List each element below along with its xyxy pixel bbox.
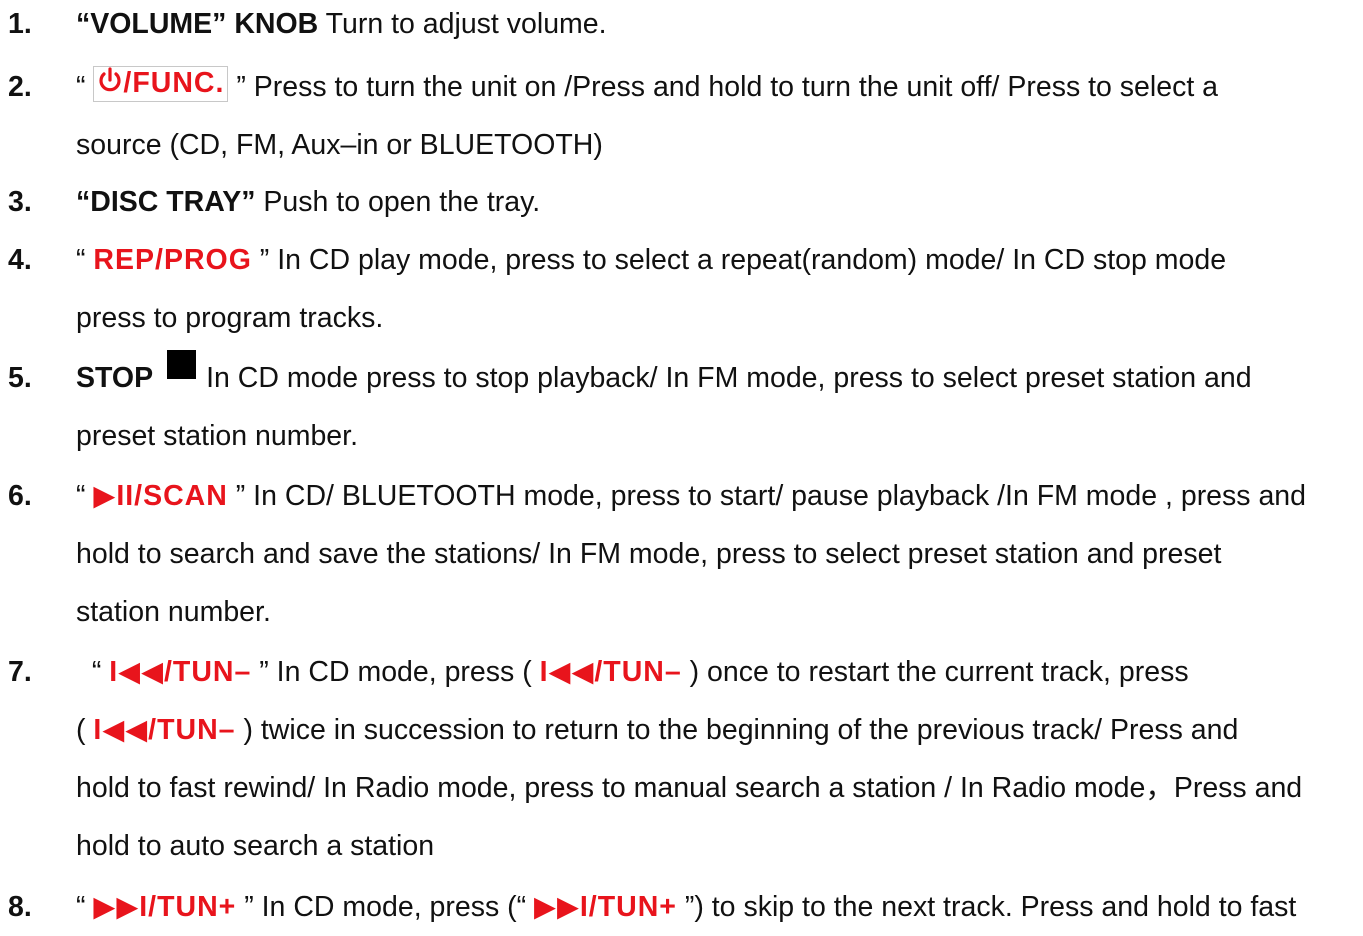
text-line: “ ▶▶I/TUN+ ” In CD mode, press (“ ▶▶I/TU… [76,878,1363,936]
power-icon [97,67,123,101]
item-number: 7. [8,656,32,688]
item-text: “DISC TRAY” Push to open the tray. [76,173,1363,231]
text-line: “VOLUME” KNOB Turn to adjust volume. [76,0,1363,53]
text-line: press to program tracks. [76,289,1363,347]
body-text: ) twice in succession to return to the b… [235,714,1239,746]
text-line: “ /FUNC. ” Press to turn the unit on /Pr… [76,58,1363,116]
body-text: hold to fast rewind/ In Radio mode, pres… [76,772,1303,804]
item-number: 8. [8,891,32,923]
item-number: 2. [8,71,32,103]
button-label-red: ▶▶I/TUN+ [93,891,237,923]
func-button-label: /FUNC. [93,66,229,102]
body-text: “ [76,480,94,512]
text-line: “ REP/PROG ” In CD play mode, press to s… [76,231,1363,289]
button-label-red: I◀◀/TUN– [93,714,236,746]
body-text: “ [76,71,94,103]
body-text: “ [76,656,110,688]
text-line: station number. [76,583,1363,641]
text-line: ( I◀◀/TUN– ) twice in succession to retu… [76,701,1363,759]
item-text: “ /FUNC. ” Press to turn the unit on /Pr… [76,58,1363,174]
button-label-red: /FUNC. [123,67,225,99]
button-label-red: I◀◀/TUN– [109,656,252,688]
text-line: hold to auto search a station [76,817,1363,875]
item-number: 5. [8,362,32,394]
body-text: In CD mode press to stop playback/ In FM… [206,362,1252,394]
body-text: hold to search and save the stations/ In… [76,538,1222,570]
item-text: “ REP/PROG ” In CD play mode, press to s… [76,231,1363,347]
body-text: “ [76,891,94,923]
body-text: ”) to skip to the next track. Press and … [676,891,1297,923]
body-text: press to program tracks. [76,302,384,334]
body-text: “ [76,244,94,276]
text-line: hold to search and save the stations/ In… [76,525,1363,583]
button-label-red: ▶▶I/TUN+ [534,891,677,923]
body-text: ) once to restart the current track, pre… [681,656,1189,688]
button-label-red: REP/PROG [93,244,252,276]
body-text: ( [76,714,94,746]
bold-label: “VOLUME” KNOB [76,8,319,40]
bold-label: “DISC TRAY” [76,186,256,218]
text-line: “DISC TRAY” Push to open the tray. [76,173,1363,231]
body-text: ” Press to turn the unit on /Press and h… [228,71,1219,103]
item-text: “ ▶II/SCAN ” In CD/ BLUETOOTH mode, pres… [76,467,1363,641]
body-text: ” In CD play mode, press to select a rep… [251,244,1227,276]
body-text: ” In CD/ BLUETOOTH mode, press to start/… [227,480,1307,512]
body-text: preset station number. [76,420,358,452]
stop-square-icon [167,350,197,379]
body-text: ” In CD mode, press ( [251,656,540,688]
text-line: “ I◀◀/TUN– ” In CD mode, press ( I◀◀/TUN… [76,643,1363,701]
text-line: hold to fast rewind/ In Radio mode, pres… [76,759,1363,817]
text-line: STOP In CD mode press to stop playback/ I… [76,349,1363,407]
bold-label: STOP [76,362,154,394]
item-number: 4. [8,244,32,276]
body-text: station number. [76,596,271,628]
text-line: “ ▶II/SCAN ” In CD/ BLUETOOTH mode, pres… [76,467,1363,525]
button-label-red: ▶II/SCAN [93,480,228,512]
body-text: source (CD, FM, Aux–in or BLUETOOTH) [76,129,603,161]
item-text: “ I◀◀/TUN– ” In CD mode, press ( I◀◀/TUN… [76,643,1363,875]
body-text: Turn to adjust volume. [318,8,607,40]
button-label-red: I◀◀/TUN– [539,656,682,688]
body-text: hold to auto search a station [76,830,435,862]
item-text: STOP In CD mode press to stop playback/ I… [76,349,1363,465]
item-number: 6. [8,480,32,512]
body-text: ” In CD mode, press (“ [236,891,535,923]
text-line: preset station number. [76,407,1363,465]
item-text: “ ▶▶I/TUN+ ” In CD mode, press (“ ▶▶I/TU… [76,878,1363,936]
item-number: 1. [8,8,32,40]
body-text: Push to open the tray. [255,186,541,218]
item-text: “VOLUME” KNOB Turn to adjust volume. [76,0,1363,53]
text-line: source (CD, FM, Aux–in or BLUETOOTH) [76,116,1363,174]
item-number: 3. [8,186,32,218]
